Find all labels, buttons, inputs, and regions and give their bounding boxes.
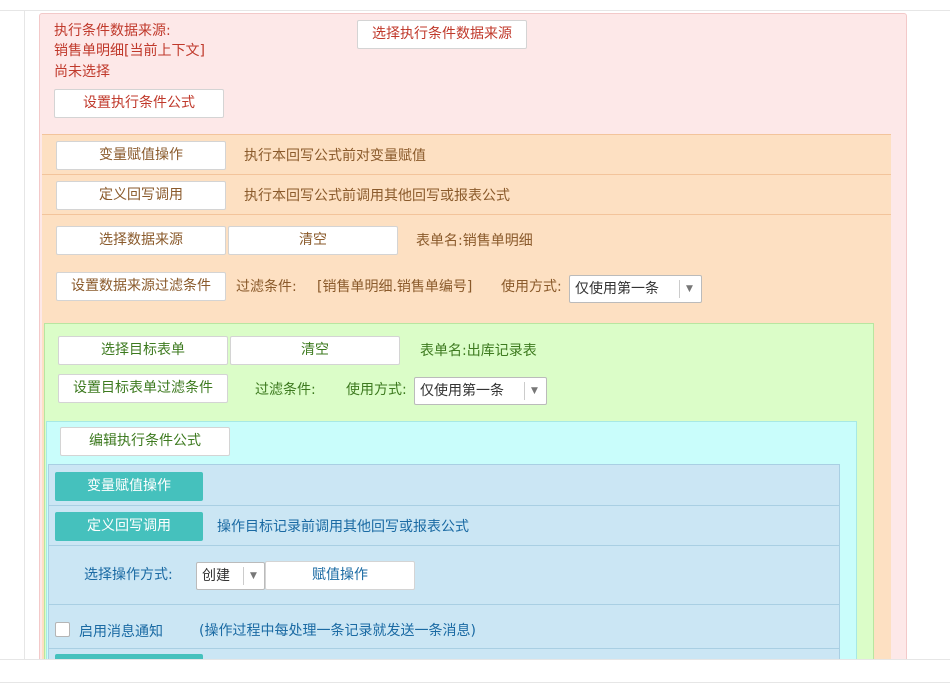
op-mode-select[interactable]: 创建 ▼ (196, 562, 265, 590)
top-divider (0, 10, 950, 11)
set-source-filter-button[interactable]: 设置数据来源过滤条件 (56, 272, 226, 301)
target-usage-select[interactable]: 仅使用第一条 ▼ (414, 377, 547, 405)
choose-condition-source-button[interactable]: 选择执行条件数据来源 (357, 20, 527, 49)
target-table-name: 表单名:出库记录表 (420, 343, 537, 359)
operations-row-divider (48, 604, 840, 605)
chevron-down-icon: ▼ (686, 284, 693, 294)
source-usage-select[interactable]: 仅使用第一条 ▼ (569, 275, 702, 303)
assign-operation-button[interactable]: 赋值操作 (265, 561, 415, 590)
ops-define-call-desc: 操作目标记录前调用其他回写或报表公式 (217, 519, 469, 535)
set-target-filter-button[interactable]: 设置目标表单过滤条件 (58, 374, 228, 403)
bottom-bar (0, 659, 950, 683)
source-filter-value: [销售单明细.销售单编号] (317, 279, 473, 295)
left-divider (24, 10, 25, 660)
operations-row-divider (48, 648, 840, 649)
condition-source-label: 执行条件数据来源: (54, 23, 171, 39)
clear-data-source-button[interactable]: 清空 (228, 226, 398, 255)
notify-checkbox[interactable] (55, 622, 70, 637)
writeback-row-divider (42, 174, 891, 175)
target-usage-label: 使用方式: (346, 382, 407, 398)
set-condition-formula-button[interactable]: 设置执行条件公式 (54, 89, 224, 118)
operations-row-divider (48, 505, 840, 506)
op-mode-label: 选择操作方式: (84, 567, 173, 583)
chevron-down-icon: ▼ (250, 571, 257, 581)
writeback-define-call-desc: 执行本回写公式前调用其他回写或报表公式 (244, 188, 510, 204)
op-mode-value: 创建 (202, 568, 230, 584)
source-table-name: 表单名:销售单明细 (416, 233, 533, 249)
writeback-define-call-button[interactable]: 定义回写调用 (56, 181, 226, 210)
choose-target-form-button[interactable]: 选择目标表单 (58, 336, 228, 365)
target-usage-value: 仅使用第一条 (420, 383, 504, 399)
chevron-down-icon: ▼ (531, 386, 538, 396)
condition-source-value: 销售单明细[当前上下文] (54, 43, 205, 59)
clear-target-button[interactable]: 清空 (230, 336, 400, 365)
operations-row-divider (48, 545, 840, 546)
source-usage-value: 仅使用第一条 (575, 281, 659, 297)
source-filter-label: 过滤条件: (236, 279, 297, 295)
edit-exec-condition-button[interactable]: 编辑执行条件公式 (60, 427, 230, 456)
choose-data-source-button[interactable]: 选择数据来源 (56, 226, 226, 255)
notify-desc: (操作过程中每处理一条记录就发送一条消息) (199, 623, 476, 639)
writeback-row-divider (42, 214, 891, 215)
ops-define-call-button[interactable]: 定义回写调用 (55, 512, 203, 541)
condition-status: 尚未选择 (54, 64, 110, 80)
writeback-var-assign-button[interactable]: 变量赋值操作 (56, 141, 226, 170)
writeback-var-assign-desc: 执行本回写公式前对变量赋值 (244, 148, 426, 164)
ops-var-assign-button[interactable]: 变量赋值操作 (55, 472, 203, 501)
target-filter-label: 过滤条件: (255, 382, 316, 398)
source-usage-label: 使用方式: (501, 279, 562, 295)
notify-label: 启用消息通知 (79, 624, 163, 640)
